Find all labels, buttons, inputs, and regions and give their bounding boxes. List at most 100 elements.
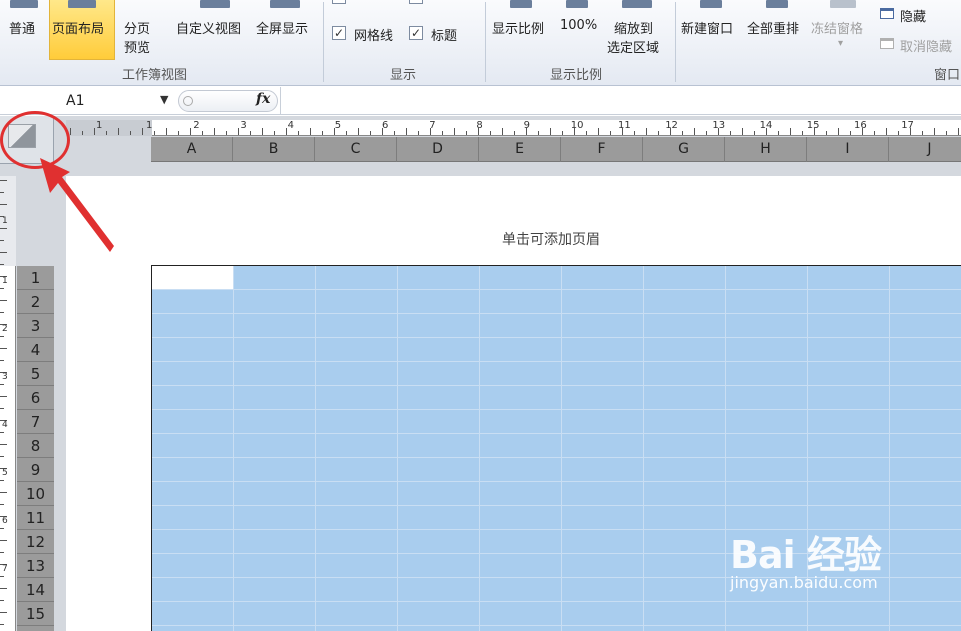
ruler-tick xyxy=(766,128,767,135)
ruler-number: 1 xyxy=(96,120,103,131)
page-break-preview-button-line2[interactable]: 预览 xyxy=(124,37,150,56)
row-header-10[interactable]: 10 xyxy=(17,482,54,506)
page-layout-icon xyxy=(68,0,96,8)
new-window-button[interactable]: 新建窗口 xyxy=(681,18,733,37)
ruler-tick xyxy=(778,131,779,135)
insert-function-button[interactable]: fx xyxy=(256,91,270,107)
formula-bar-checkbox-partial[interactable] xyxy=(409,0,423,4)
row-header-14[interactable]: 14 xyxy=(17,578,54,602)
freeze-panes-dropdown-icon[interactable]: ▾ xyxy=(838,38,843,49)
column-header-i[interactable]: I xyxy=(807,137,889,162)
zoom-100-button[interactable]: 100% xyxy=(560,18,597,33)
active-cell-a1[interactable] xyxy=(152,266,233,289)
full-screen-button[interactable]: 全屏显示 xyxy=(256,18,308,37)
column-header-d[interactable]: D xyxy=(397,137,479,162)
column-header-a[interactable]: A xyxy=(151,137,233,162)
watermark-logo: Bai 经验 xyxy=(730,533,882,577)
ruler-tick xyxy=(0,288,4,289)
ruler-tick xyxy=(0,504,4,505)
normal-view-button[interactable]: 普通 xyxy=(9,18,35,37)
ruler-tick xyxy=(322,131,323,135)
ruler-tick xyxy=(238,128,239,135)
ribbon: 普通 页面布局 分页 预览 自定义视图 全屏显示 工作簿视图 ✓ 网格线 ✓ 标… xyxy=(0,0,961,86)
ruler-tick xyxy=(0,228,7,229)
column-header-f[interactable]: F xyxy=(561,137,643,162)
row-header-5[interactable]: 5 xyxy=(17,362,54,386)
column-header-g[interactable]: G xyxy=(643,137,725,162)
row-header-3[interactable]: 3 xyxy=(17,314,54,338)
page-layout-button[interactable]: 页面布局 xyxy=(52,18,104,37)
zoom-icon xyxy=(510,0,532,8)
page-break-preview-button[interactable]: 分页 xyxy=(124,18,150,37)
ruler-tick xyxy=(934,128,935,135)
unhide-button[interactable]: 取消隐藏 xyxy=(900,36,952,55)
ruler-tick xyxy=(0,492,7,493)
ruler-tick xyxy=(298,131,299,135)
ruler-tick xyxy=(0,588,7,589)
name-box-value[interactable]: A1 xyxy=(66,93,84,109)
ruler-tick xyxy=(886,128,887,135)
ruler-tick xyxy=(958,128,959,135)
row-header-1[interactable]: 1 xyxy=(17,266,54,290)
hide-window-icon xyxy=(880,8,894,19)
row-header-12[interactable]: 12 xyxy=(17,530,54,554)
row-header-2[interactable]: 2 xyxy=(17,290,54,314)
ruler-tick xyxy=(610,131,611,135)
headings-label[interactable]: 标题 xyxy=(431,25,457,44)
ruler-tick xyxy=(0,264,4,265)
ruler-tick xyxy=(0,336,4,337)
column-header-e[interactable]: E xyxy=(479,137,561,162)
freeze-panes-button[interactable]: 冻结窗格 xyxy=(811,18,863,37)
ruler-number: 4 xyxy=(287,120,294,131)
ruler-tick xyxy=(814,128,815,135)
arrange-all-button[interactable]: 全部重排 xyxy=(747,18,799,37)
row-header-6[interactable]: 6 xyxy=(17,386,54,410)
ruler-number: 1 xyxy=(2,276,8,286)
ruler-tick xyxy=(586,131,587,135)
column-header-c[interactable]: C xyxy=(315,137,397,162)
ruler-tick xyxy=(526,128,527,135)
ruler-tick xyxy=(802,131,803,135)
ruler-tick xyxy=(454,128,455,135)
header-hint[interactable]: 单击可添加页眉 xyxy=(502,229,600,249)
gridline-horizontal xyxy=(152,385,961,386)
hide-button[interactable]: 隐藏 xyxy=(900,6,926,25)
column-header-b[interactable]: B xyxy=(233,137,315,162)
ruler-tick xyxy=(274,131,275,135)
row-header-4[interactable]: 4 xyxy=(17,338,54,362)
ruler-tick xyxy=(862,128,863,135)
row-header-15[interactable]: 15 xyxy=(17,602,54,626)
zoom-to-selection-button-line2[interactable]: 选定区域 xyxy=(607,37,659,56)
zoom-button[interactable]: 显示比例 xyxy=(492,18,544,37)
ruler-tick xyxy=(538,131,539,135)
column-header-h[interactable]: H xyxy=(725,137,807,162)
formula-input[interactable] xyxy=(280,87,961,114)
row-header-13[interactable]: 13 xyxy=(17,554,54,578)
row-header-11[interactable]: 11 xyxy=(17,506,54,530)
ruler-number: 7 xyxy=(2,564,8,574)
new-window-icon xyxy=(700,0,722,8)
name-box[interactable]: A1 ▼ xyxy=(0,89,176,113)
ruler-number: 1 xyxy=(146,120,153,131)
ruler-tick xyxy=(358,128,359,135)
custom-view-icon xyxy=(200,0,230,8)
zoom-to-selection-button[interactable]: 缩放到 xyxy=(614,18,653,37)
ruler-tick xyxy=(0,312,4,313)
gridlines-checkbox[interactable]: ✓ xyxy=(332,26,346,40)
row-header-7[interactable]: 7 xyxy=(17,410,54,434)
row-header-8[interactable]: 8 xyxy=(17,434,54,458)
headings-checkbox[interactable]: ✓ xyxy=(409,26,423,40)
name-box-dropdown-icon[interactable]: ▼ xyxy=(160,93,168,106)
ruler-tick xyxy=(910,128,911,135)
ruler-number: 11 xyxy=(618,120,631,131)
column-header-j[interactable]: J xyxy=(889,137,961,162)
gridline-horizontal xyxy=(152,313,961,314)
ruler-checkbox-partial[interactable] xyxy=(332,0,346,4)
ruler-tick xyxy=(478,128,479,135)
ruler-number: 3 xyxy=(2,372,8,382)
custom-views-button[interactable]: 自定义视图 xyxy=(176,18,241,37)
gridline-horizontal xyxy=(152,481,961,482)
column-headers: ABCDEFGHIJ xyxy=(151,137,961,162)
gridlines-label[interactable]: 网格线 xyxy=(354,25,393,44)
row-header-9[interactable]: 9 xyxy=(17,458,54,482)
